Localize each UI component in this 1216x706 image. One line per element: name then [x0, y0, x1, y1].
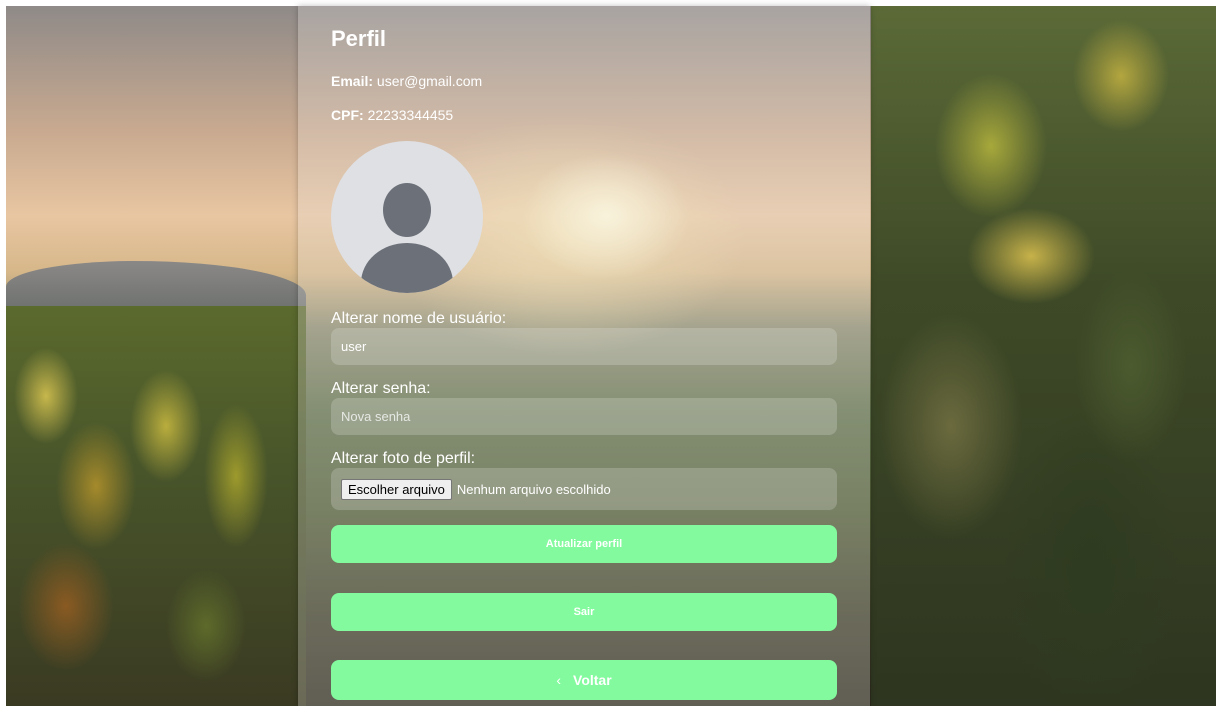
chevron-left-icon: ‹: [556, 672, 562, 688]
profile-panel: Perfil Email: user@gmail.com CPF: 222333…: [298, 6, 870, 706]
choose-file-button[interactable]: Escolher arquivo: [341, 478, 452, 500]
photo-label: Alterar foto de perfil:: [331, 450, 476, 467]
update-profile-button[interactable]: Atualizar perfil: [331, 525, 837, 563]
background-vines-left: [6, 306, 306, 706]
email-info: Email: user@gmail.com: [331, 73, 482, 89]
cpf-value: 22233344455: [367, 107, 454, 123]
page-title: Perfil: [331, 26, 387, 51]
photo-file-field: Escolher arquivo Nenhum arquivo escolhid…: [331, 468, 837, 510]
cpf-info: CPF: 22233344455: [331, 107, 453, 123]
cpf-label: CPF:: [331, 107, 364, 123]
avatar-body: [361, 243, 453, 293]
username-label: Alterar nome de usuário:: [331, 310, 507, 327]
password-label: Alterar senha:: [331, 380, 431, 397]
file-status-text: Nenhum arquivo escolhido: [456, 481, 611, 497]
email-value: user@gmail.com: [376, 73, 483, 89]
user-avatar-placeholder-icon: [331, 141, 483, 293]
email-label: Email:: [331, 73, 374, 89]
background-vines-right: [871, 6, 1216, 706]
username-input[interactable]: user: [331, 328, 837, 365]
logout-label: Sair: [573, 606, 595, 618]
back-button[interactable]: ‹ Voltar: [331, 660, 837, 700]
logout-button[interactable]: Sair: [331, 593, 837, 631]
update-profile-label: Atualizar perfil: [545, 538, 623, 550]
back-label: Voltar: [573, 672, 612, 688]
avatar-head: [383, 183, 431, 237]
password-input[interactable]: Nova senha: [331, 398, 837, 435]
